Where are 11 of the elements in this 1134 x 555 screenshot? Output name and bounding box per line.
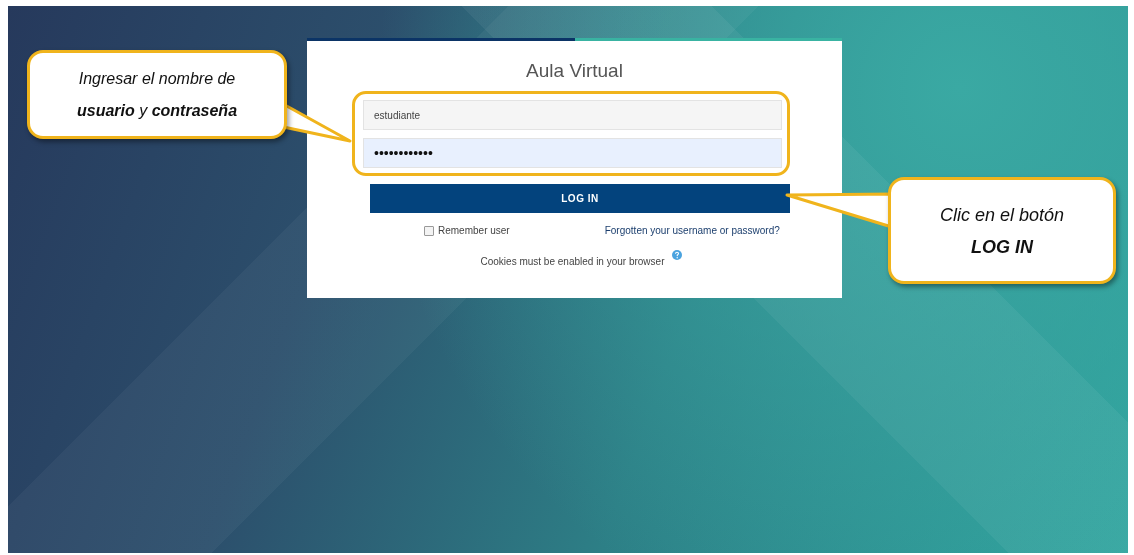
username-field[interactable]: estudiante bbox=[363, 100, 782, 130]
remember-checkbox[interactable] bbox=[424, 225, 434, 236]
site-title: Aula Virtual bbox=[526, 60, 623, 82]
login-button[interactable]: LOG IN bbox=[370, 184, 790, 213]
callout-text: Clic en el botón LOG IN bbox=[939, 203, 1065, 259]
password-field[interactable]: •••••••••••• bbox=[363, 138, 782, 168]
help-icon[interactable] bbox=[672, 250, 683, 260]
callout-text: Ingresar el nombre de usuario y contraseña bbox=[76, 68, 238, 121]
remember-label: Remember user bbox=[438, 225, 510, 236]
forgot-password-link[interactable]: Forgotten your username or password? bbox=[604, 225, 780, 236]
cookies-notice: Cookies must be enabled in your browser bbox=[480, 256, 665, 267]
